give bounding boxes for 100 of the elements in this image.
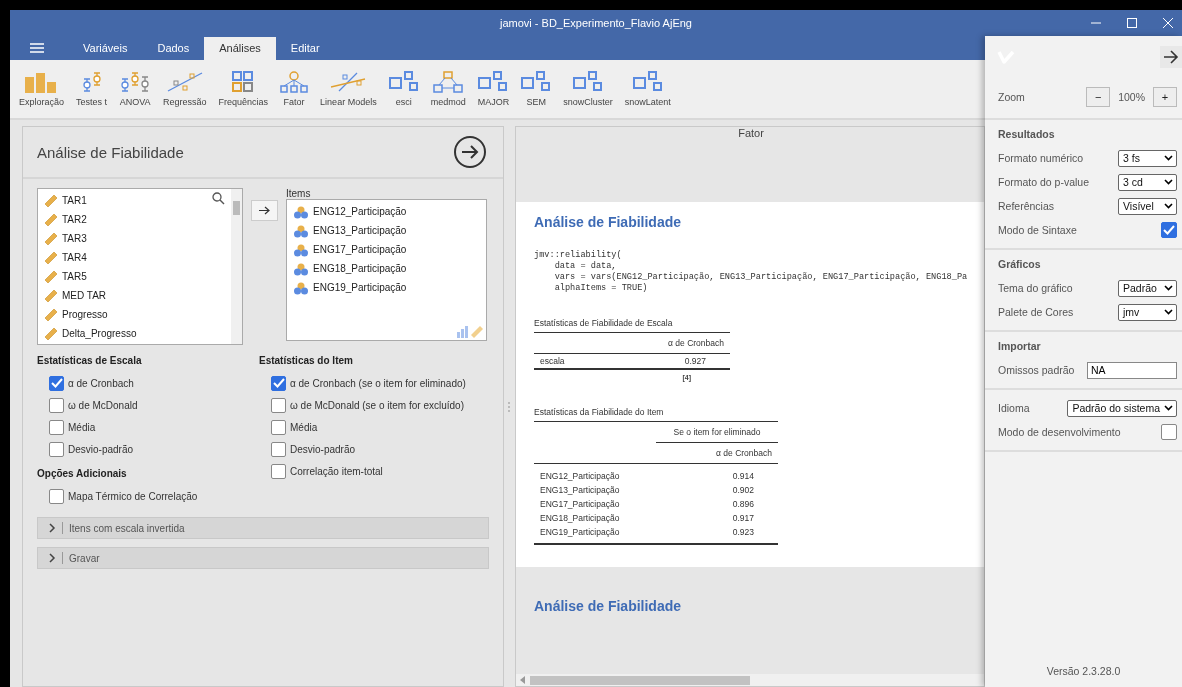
checkbox-option[interactable]: α de Cronbach (se o item for eliminado) <box>259 372 489 394</box>
menu-tab[interactable]: Análises <box>204 37 276 60</box>
menu-icon[interactable] <box>30 43 44 53</box>
toolbar-button[interactable]: snowCluster <box>560 71 616 107</box>
checkbox-option[interactable]: ω de McDonald <box>37 394 259 416</box>
settings-heading: Resultados <box>997 127 1056 142</box>
checkbox[interactable] <box>271 419 286 435</box>
syntax-code: jmv::reliability( data = data, vars = vars(ENG12_Participação, ENG13_Participação, ENG17_Participação, ENG18_Pa alphaItems = TRUE) <box>534 250 968 294</box>
dropdown[interactable]: Visível <box>1118 197 1177 215</box>
variable-item[interactable]: TAR1 <box>44 191 225 210</box>
variable-list[interactable]: TAR1 TAR2 TAR3 TAR4 TAR5 MED TAR Progresso Delta_Progresso <box>37 188 243 345</box>
result-title: Fator <box>738 127 764 141</box>
ruler-icon <box>44 250 58 265</box>
item-variable[interactable]: ENG19_Participação <box>293 278 480 297</box>
checkbox-option[interactable]: ω de McDonald (se o item for excluído) <box>259 394 489 416</box>
circles-icon <box>293 242 309 257</box>
dropdown[interactable]: 3 cd <box>1118 173 1177 191</box>
move-arrow-button[interactable] <box>251 200 278 221</box>
checkbox-option[interactable]: Média <box>37 416 259 438</box>
checkbox[interactable] <box>1161 424 1177 440</box>
scrollbar[interactable] <box>516 674 984 686</box>
dropdown[interactable]: Padrão <box>1118 279 1177 297</box>
maximize-icon[interactable] <box>1126 17 1138 29</box>
checkbox[interactable] <box>271 375 286 391</box>
variable-item[interactable]: TAR3 <box>44 229 225 248</box>
checkbox-option[interactable]: Média <box>259 416 489 438</box>
toolbar-button[interactable]: esci <box>385 71 422 107</box>
toolbar-button[interactable]: Frequências <box>215 71 272 107</box>
checkbox[interactable] <box>49 488 64 504</box>
checkbox[interactable] <box>49 441 64 457</box>
close-icon[interactable] <box>1162 17 1174 29</box>
chevron-icon <box>48 553 56 563</box>
variable-item[interactable]: Delta_Progresso <box>44 324 225 343</box>
settings-heading: Importar <box>997 339 1042 354</box>
table-cell: escala <box>534 353 632 369</box>
checkbox[interactable] <box>49 375 64 391</box>
toolbar-button[interactable]: Testes t <box>73 71 111 107</box>
variable-item[interactable]: TAR5 <box>44 267 225 286</box>
collapsible-section[interactable]: Gravar <box>37 547 489 569</box>
item-variable[interactable]: ENG17_Participação <box>293 240 480 259</box>
variable-item[interactable]: TAR2 <box>44 210 225 229</box>
dropdown[interactable]: jmv <box>1118 303 1177 321</box>
circles-icon <box>293 204 309 219</box>
version-text: Versão 2.3.28.0 <box>1046 665 1121 679</box>
column-header: α de Cronbach <box>632 332 730 354</box>
checkbox[interactable] <box>49 419 64 435</box>
ruler-icon <box>44 288 58 303</box>
toolbar-button[interactable]: Fator <box>277 71 312 107</box>
input-field[interactable]: NA <box>1087 361 1177 379</box>
items-list[interactable]: ENG12_Participação ENG13_Participação ENG17_Participação ENG18_Participação ENG19_Participação <box>286 199 487 341</box>
toolbar-button[interactable]: snowLatent <box>621 71 674 107</box>
checkbox-option[interactable]: Desvio-padrão <box>259 438 489 460</box>
toolbar-button[interactable]: medmod <box>427 71 469 107</box>
item-variable[interactable]: ENG12_Participação <box>293 202 480 221</box>
setting-label: Omissos padrão <box>998 364 1075 376</box>
toolbar-button[interactable]: ANOVA <box>116 71 155 107</box>
dropdown[interactable]: Padrão do sistema <box>1067 399 1177 417</box>
checkbox-option[interactable]: Correlação item-total <box>259 460 489 482</box>
column-header: α de Cronbach <box>656 442 778 464</box>
group-heading: Estatísticas de Escala <box>37 355 143 366</box>
caret-icon <box>1164 155 1173 161</box>
item-variable[interactable]: ENG18_Participação <box>293 259 480 278</box>
toolbar-button[interactable]: Linear Models <box>317 71 380 107</box>
settings-heading: Gráficos <box>997 257 1042 272</box>
search-icon[interactable] <box>212 192 225 205</box>
scrollbar[interactable] <box>231 189 242 344</box>
item-variable[interactable]: ENG13_Participação <box>293 221 480 240</box>
checkbox[interactable] <box>271 441 286 457</box>
caret-icon <box>1164 203 1173 209</box>
menu-tab[interactable]: Dados <box>142 37 205 60</box>
collapsible-section[interactable]: Itens com escala invertida <box>37 517 489 539</box>
table-cell-text: 0.896 <box>731 498 755 511</box>
arrow-circle-icon[interactable] <box>453 135 487 169</box>
toolbar-button[interactable]: Regressão <box>160 71 210 107</box>
toolbar-button[interactable]: Exploração <box>16 71 68 107</box>
arrow-right-icon[interactable] <box>1160 46 1182 68</box>
zoom-in-button[interactable]: + <box>1153 87 1177 107</box>
circles-icon <box>293 223 309 238</box>
variable-item[interactable]: Progresso <box>44 305 225 324</box>
squares-icon <box>632 71 663 93</box>
ruler-icon <box>44 269 58 284</box>
toolbar-button[interactable]: MAJOR <box>474 71 513 107</box>
checkbox[interactable] <box>271 397 286 413</box>
checkbox-option[interactable]: Desvio-padrão <box>37 438 259 460</box>
checkbox[interactable] <box>271 463 286 479</box>
checkbox[interactable] <box>49 397 64 413</box>
variable-item[interactable]: TAR4 <box>44 248 225 267</box>
arrow-left-icon[interactable] <box>520 676 526 684</box>
zoom-out-button[interactable]: − <box>1086 87 1111 107</box>
checkbox-option[interactable]: α de Cronbach <box>37 372 259 394</box>
checkbox-option[interactable]: Mapa Térmico de Correlação <box>37 485 259 507</box>
hierarchy-icon <box>280 71 309 93</box>
variable-item[interactable]: MED TAR <box>44 286 225 305</box>
checkbox[interactable] <box>1161 222 1177 238</box>
toolbar-button[interactable]: SEM <box>518 71 555 107</box>
dropdown[interactable]: 3 fs <box>1118 149 1177 167</box>
table-cell: 0.923 <box>656 525 778 544</box>
menu-tab[interactable]: Editar <box>275 37 335 60</box>
menu-tab[interactable]: Variáveis <box>68 37 143 60</box>
analysis-title: Análise de Fiabilidade <box>37 143 184 161</box>
